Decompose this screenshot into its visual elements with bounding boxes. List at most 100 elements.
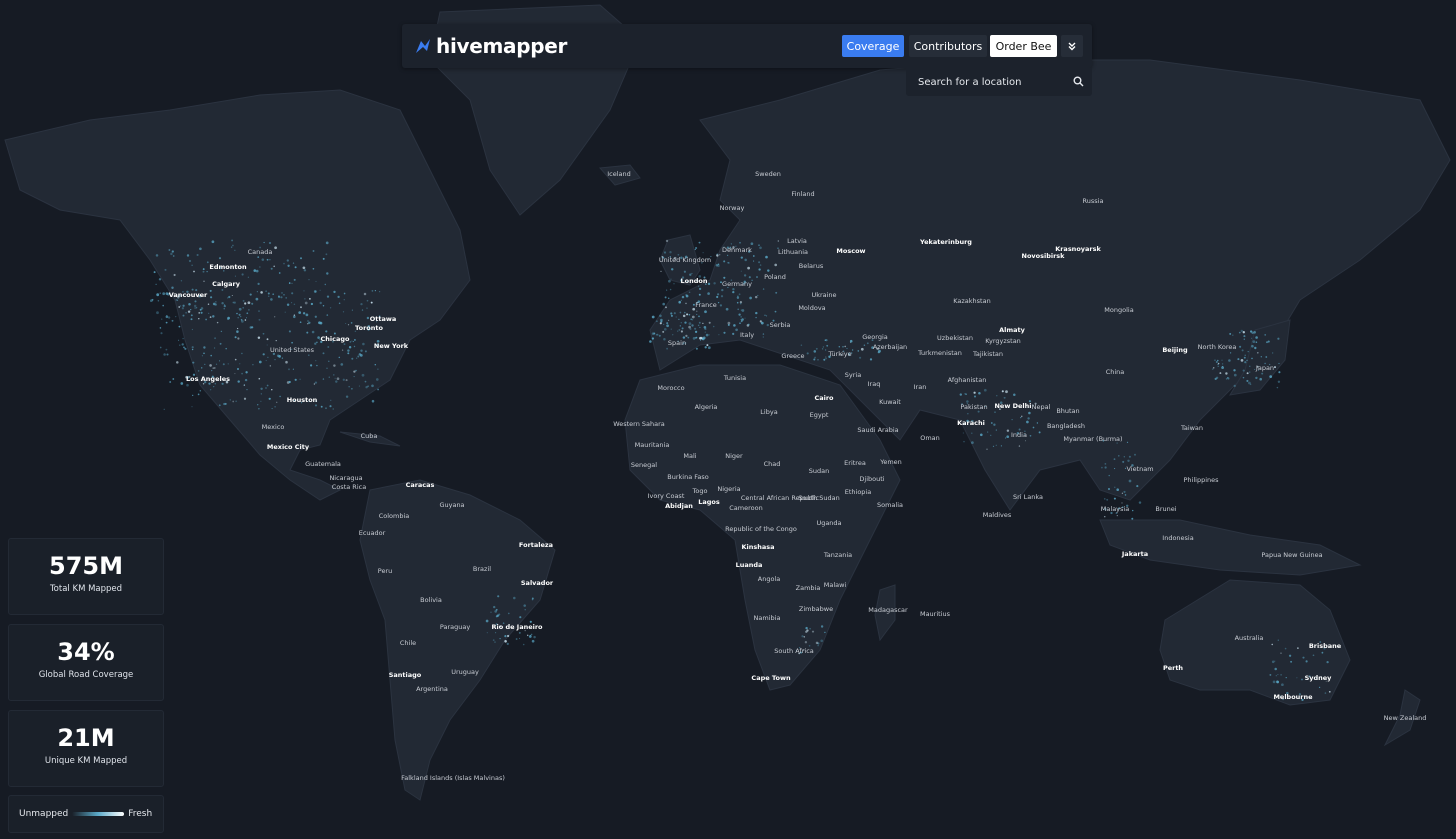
coverage-dot xyxy=(1312,654,1315,657)
coverage-dot xyxy=(730,243,732,245)
coverage-dot xyxy=(971,441,974,444)
coverage-dot xyxy=(266,258,269,261)
coverage-dot xyxy=(1271,660,1275,664)
coverage-dot xyxy=(1328,690,1331,693)
brand-logo[interactable]: hivemapper xyxy=(414,33,567,59)
coverage-dot xyxy=(249,293,252,296)
search-input[interactable] xyxy=(916,75,1070,89)
coverage-dot xyxy=(188,259,192,263)
place-label: Moldova xyxy=(798,304,825,312)
coverage-dot xyxy=(258,408,260,410)
coverage-dot xyxy=(504,640,507,643)
coverage-dot xyxy=(739,241,741,244)
coverage-dot xyxy=(859,356,862,359)
coverage-dot xyxy=(286,303,290,306)
coverage-dot xyxy=(685,302,687,305)
coverage-dot xyxy=(685,294,689,298)
coverage-dot xyxy=(1301,678,1303,681)
place-label: Chicago xyxy=(321,335,351,343)
coverage-dot xyxy=(214,383,217,385)
stat-road-coverage: 34% Global Road Coverage xyxy=(8,624,164,701)
place-label: Madagascar xyxy=(868,606,908,614)
expand-menu-button[interactable] xyxy=(1061,35,1083,57)
world-map[interactable]: Iceland Sweden Finland Norway Russia Denmark L… xyxy=(0,0,1456,839)
coverage-dot xyxy=(350,322,353,324)
order-bee-button[interactable]: Order Bee xyxy=(990,35,1057,57)
coverage-dot xyxy=(704,346,707,349)
coverage-dot xyxy=(161,318,163,320)
coverage-dot xyxy=(153,271,156,274)
coverage-dot xyxy=(978,391,981,395)
coverage-dot xyxy=(680,299,682,301)
coverage-dot xyxy=(1275,675,1277,677)
coverage-dot xyxy=(258,360,262,364)
coverage-dot xyxy=(811,630,815,633)
place-label: Greece xyxy=(781,352,804,360)
place-label: Almaty xyxy=(999,326,1026,334)
legend-gradient xyxy=(72,812,125,816)
coverage-dot xyxy=(1276,386,1279,389)
coverage-dot xyxy=(318,321,321,325)
coverage-dot xyxy=(1269,375,1273,378)
coverage-dot xyxy=(214,337,217,340)
coverage-dot xyxy=(371,384,374,388)
coverage-dot xyxy=(200,367,203,369)
coverage-dot xyxy=(1127,459,1130,463)
coverage-dot xyxy=(1214,359,1216,362)
coverage-dot xyxy=(803,636,806,638)
coverage-dot xyxy=(705,333,709,337)
coverage-dot xyxy=(151,298,154,301)
coverage-dot xyxy=(267,292,270,295)
coverage-dot xyxy=(506,634,510,638)
place-label: Malaysia xyxy=(1101,505,1129,513)
coverage-dot xyxy=(1124,494,1127,496)
coverage-dot xyxy=(702,252,704,254)
coverage-dot xyxy=(215,301,217,303)
coverage-dot xyxy=(1246,379,1249,382)
coverage-dot xyxy=(260,400,262,402)
coverage-dot xyxy=(497,595,500,598)
coverage-dot xyxy=(221,382,224,385)
coverage-dot xyxy=(306,331,309,334)
coverage-dot xyxy=(325,253,328,256)
coverage-dot xyxy=(1326,660,1329,664)
coverage-dot xyxy=(1104,466,1107,469)
coverage-dot xyxy=(974,395,976,398)
coverage-dot xyxy=(691,315,695,319)
coverage-dot xyxy=(515,638,518,640)
contributors-button[interactable]: Contributors xyxy=(909,35,987,57)
coverage-dot xyxy=(155,254,159,257)
coverage-dot xyxy=(182,337,184,340)
coverage-dot xyxy=(685,334,688,338)
coverage-dot xyxy=(726,254,729,257)
coverage-dot xyxy=(691,318,694,321)
coverage-dot xyxy=(1229,352,1232,354)
coverage-dot xyxy=(1104,463,1107,465)
place-label: Iran xyxy=(914,383,927,391)
coverage-dot xyxy=(748,276,751,279)
place-label: Chad xyxy=(764,460,781,468)
place-label: Niger xyxy=(725,452,743,460)
coverage-dot xyxy=(495,632,497,634)
coverage-dot xyxy=(308,279,310,281)
coverage-dot xyxy=(260,291,263,294)
coverage-dot xyxy=(747,323,750,326)
coverage-dot xyxy=(291,341,293,344)
coverage-button[interactable]: Coverage xyxy=(842,35,904,57)
coverage-dot xyxy=(212,367,215,369)
coverage-dot xyxy=(300,306,302,309)
coverage-dot xyxy=(973,391,976,394)
coverage-dot xyxy=(1101,466,1103,469)
coverage-dot xyxy=(267,295,270,297)
coverage-dot xyxy=(1274,667,1277,671)
coverage-dot xyxy=(197,393,200,396)
search-icon[interactable] xyxy=(1073,76,1084,87)
coverage-dot xyxy=(519,616,522,619)
coverage-dot xyxy=(276,401,278,403)
coverage-dot xyxy=(207,303,210,305)
stat-label: Total KM Mapped xyxy=(49,584,123,594)
coverage-dot xyxy=(214,347,216,349)
coverage-dot xyxy=(340,363,344,366)
coverage-dot xyxy=(815,641,819,645)
coverage-dot xyxy=(680,322,682,324)
